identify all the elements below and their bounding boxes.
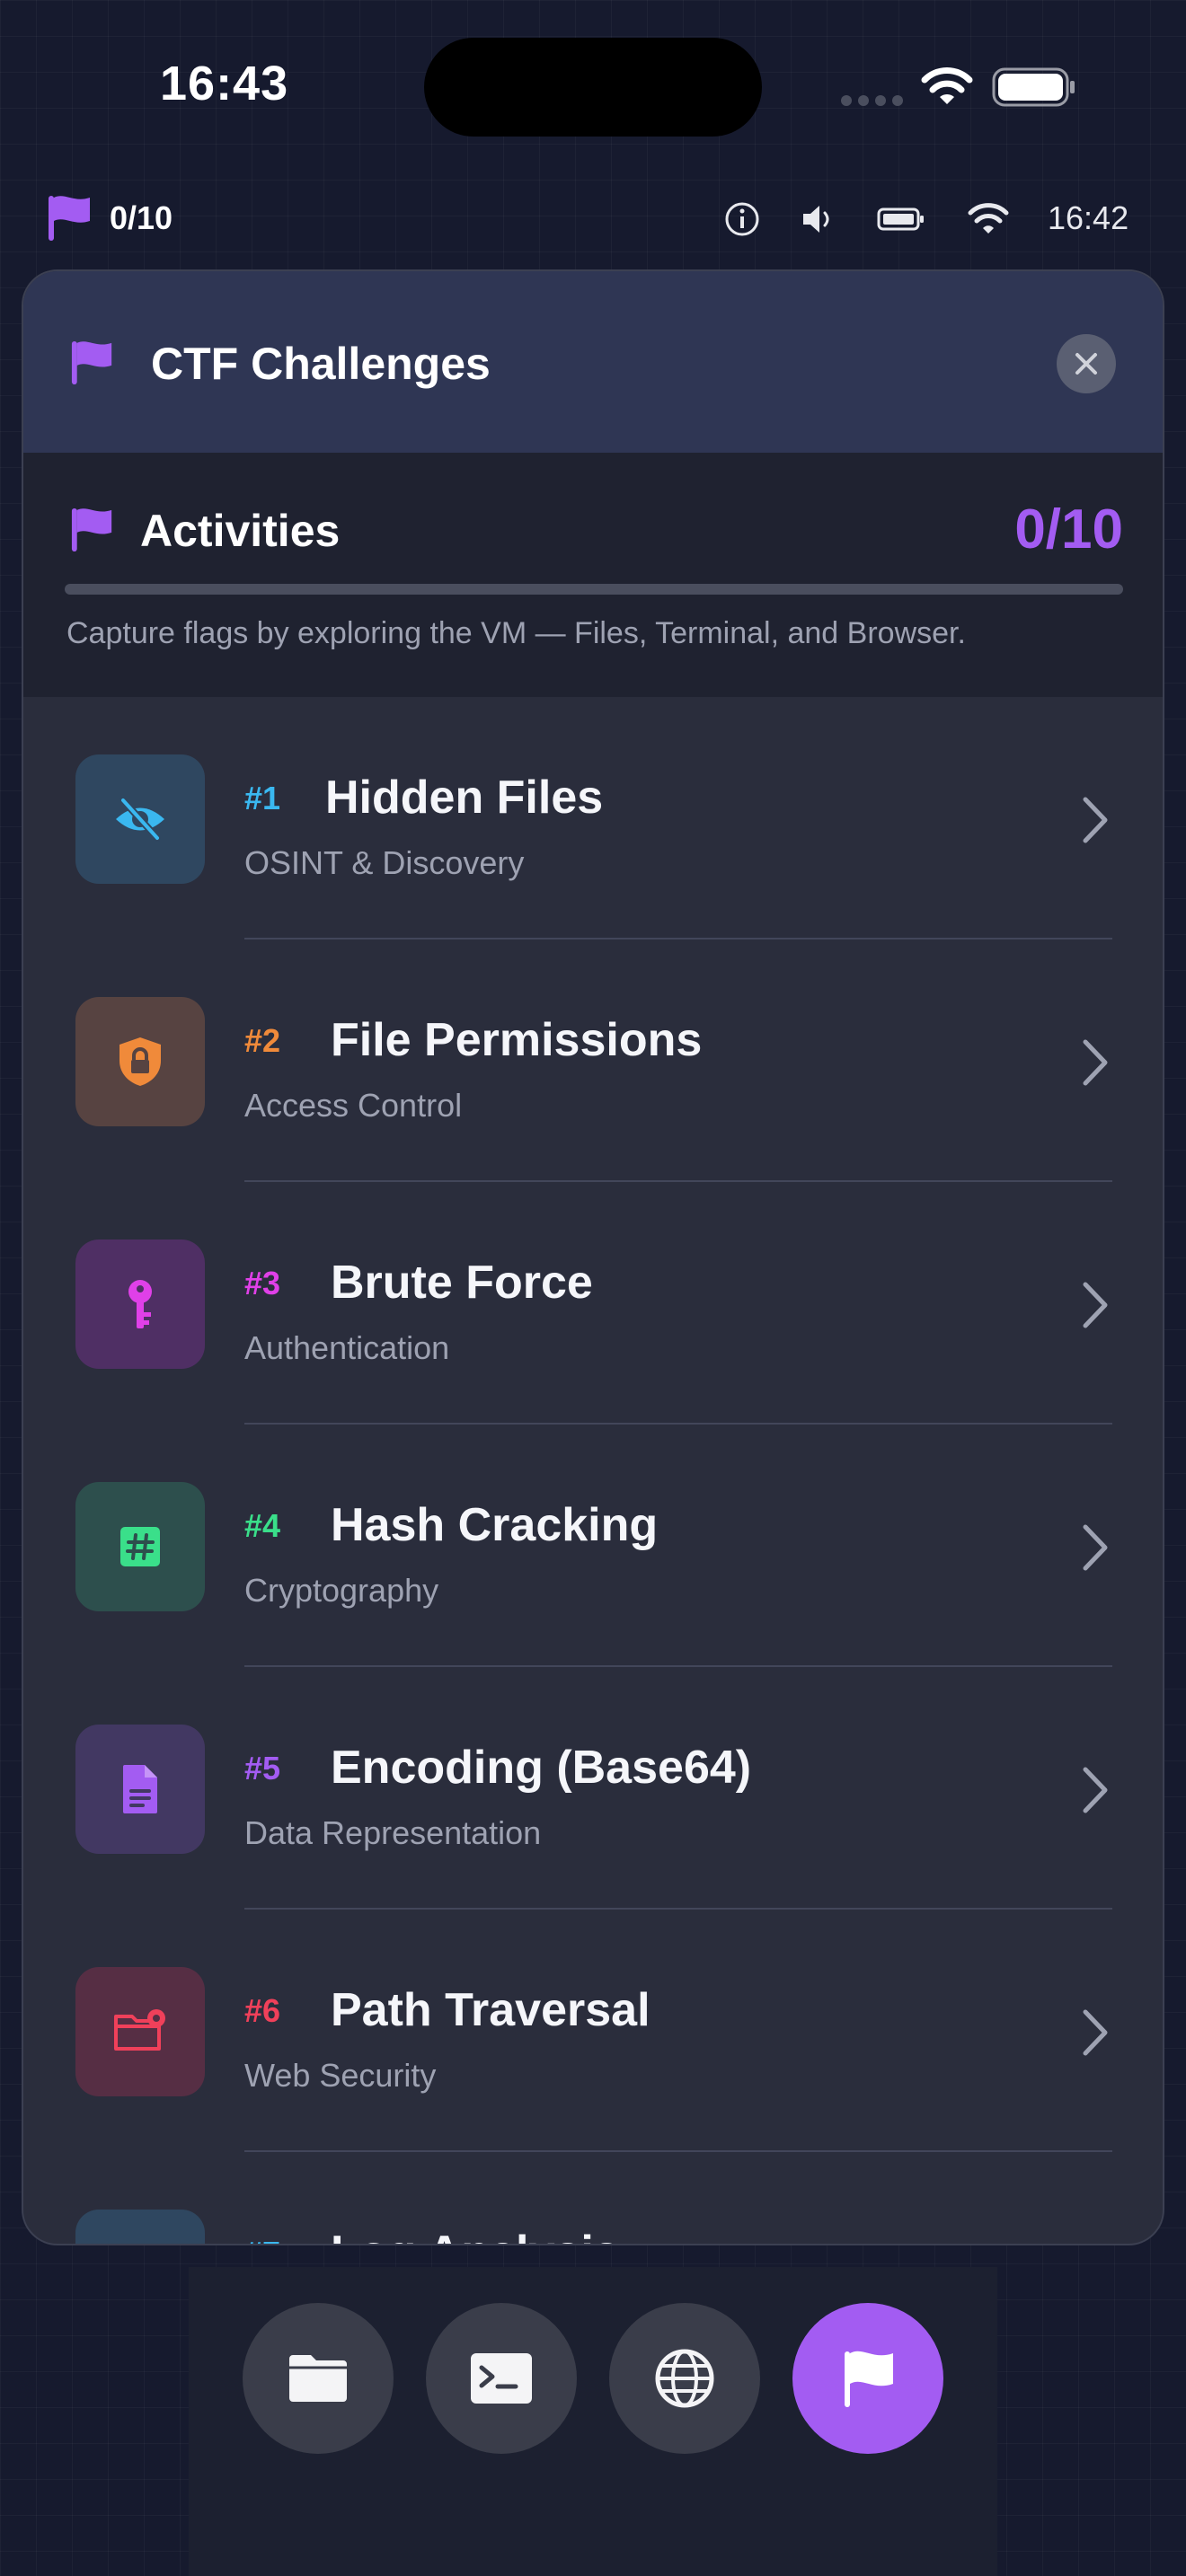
panel-title: CTF Challenges <box>151 339 491 389</box>
key-icon <box>128 1280 152 1328</box>
dock <box>189 2267 997 2576</box>
challenge-number: #3 <box>244 1265 281 1301</box>
close-button[interactable] <box>1057 334 1116 393</box>
challenge-list: #1 Hidden Files OSINT & Discovery #2 Fil… <box>23 697 1163 2244</box>
challenge-icon-tile <box>75 1725 205 1854</box>
challenge-number: #2 <box>244 1022 281 1059</box>
challenge-number: #5 <box>244 1750 281 1786</box>
hash-icon <box>120 1527 160 1566</box>
challenge-row-hidden-files[interactable]: #1 Hidden Files OSINT & Discovery <box>23 697 1163 940</box>
challenge-number: #4 <box>244 1507 281 1544</box>
challenge-category: Access Control <box>244 1087 463 1124</box>
challenge-title: Brute Force <box>331 1257 593 1309</box>
eye-slash-icon <box>116 797 164 842</box>
chevron-right-icon <box>1083 1767 1108 1813</box>
chevron-right-icon <box>1083 1039 1108 1086</box>
ios-time: 16:43 <box>160 57 289 110</box>
dock-terminal-button[interactable] <box>426 2303 577 2454</box>
challenge-icon-tile <box>75 1239 205 1369</box>
vm-status-bar: 0/10 16:42 <box>0 180 1186 269</box>
ios-status-bar: 16:43 <box>0 0 1186 180</box>
progress-bar <box>65 584 1123 595</box>
challenge-number: #1 <box>244 780 281 816</box>
dynamic-island <box>424 38 762 137</box>
challenge-row-hash-cracking[interactable]: #4 Hash Cracking Cryptography <box>23 1425 1163 1667</box>
activities-summary: Activities 0/10 Capture flags by explori… <box>23 453 1163 697</box>
speaker-icon[interactable] <box>798 199 837 239</box>
ios-battery-icon <box>992 67 1075 107</box>
challenge-icon-tile <box>75 1482 205 1611</box>
wifi-icon[interactable] <box>967 199 1010 239</box>
challenge-title: Hash Cracking <box>331 1499 659 1551</box>
challenge-row-path-traversal[interactable]: #6 Path Traversal Web Security <box>23 1910 1163 2152</box>
challenge-category: Cryptography <box>244 1572 439 1609</box>
challenge-title: File Permissions <box>331 1014 703 1066</box>
chevron-right-icon <box>1083 797 1108 843</box>
battery-icon[interactable] <box>877 199 925 239</box>
dock-ctf-button[interactable] <box>792 2303 943 2454</box>
close-icon <box>1075 353 1097 375</box>
panel-header: CTF Challenges <box>23 271 1163 453</box>
flag-icon[interactable] <box>47 194 93 243</box>
folder-icon <box>289 2355 347 2402</box>
terminal-icon <box>471 2353 532 2404</box>
cellular-signal-icon <box>841 95 903 106</box>
lock-shield-icon <box>119 1037 161 1086</box>
challenge-row-brute-force[interactable]: #3 Brute Force Authentication <box>23 1182 1163 1425</box>
challenge-category: Authentication <box>244 1329 450 1366</box>
vm-clock: 16:42 <box>1048 199 1129 236</box>
chevron-right-icon <box>1083 1524 1108 1571</box>
activities-title: Activities <box>140 506 341 556</box>
dock-files-button[interactable] <box>243 2303 394 2454</box>
challenge-row-file-permissions[interactable]: #2 File Permissions Access Control <box>23 940 1163 1182</box>
challenge-icon-tile <box>75 754 205 884</box>
activities-count: 0/10 <box>1014 498 1123 560</box>
flag-count[interactable]: 0/10 <box>110 199 173 237</box>
flag-icon <box>71 340 112 385</box>
challenge-icon-tile <box>75 1967 205 2096</box>
challenge-title: Path Traversal <box>331 1984 651 2036</box>
challenge-number: #7 <box>244 2235 280 2244</box>
chevron-right-icon <box>1083 1282 1108 1328</box>
challenge-category: OSINT & Discovery <box>244 844 525 881</box>
folder-gear-icon <box>114 2009 165 2051</box>
challenge-category: Data Representation <box>244 1814 542 1851</box>
challenge-icon-tile <box>75 2210 205 2244</box>
document-icon <box>123 1765 157 1813</box>
ctf-panel: CTF Challenges Activities 0/10 Capture f… <box>22 269 1164 2245</box>
flag-icon <box>845 2351 893 2407</box>
challenge-row-encoding-base64[interactable]: #5 Encoding (Base64) Data Representation <box>23 1667 1163 1910</box>
activities-description: Capture flags by exploring the VM — File… <box>66 616 966 650</box>
challenge-title: Encoding (Base64) <box>331 1742 752 1794</box>
globe-icon <box>655 2349 714 2408</box>
info-icon[interactable] <box>722 199 762 239</box>
ios-wifi-icon <box>921 67 973 104</box>
challenge-title: Log Analysis <box>331 2226 620 2244</box>
challenge-icon-tile <box>75 997 205 1126</box>
challenge-title: Hidden Files <box>325 772 604 824</box>
challenge-category: Web Security <box>244 2057 437 2094</box>
chevron-right-icon <box>1083 2009 1108 2056</box>
challenge-row-log-analysis[interactable]: #7 Log Analysis <box>23 2152 1163 2244</box>
flag-icon <box>71 507 112 552</box>
dock-browser-button[interactable] <box>609 2303 760 2454</box>
challenge-number: #6 <box>244 1992 281 2029</box>
